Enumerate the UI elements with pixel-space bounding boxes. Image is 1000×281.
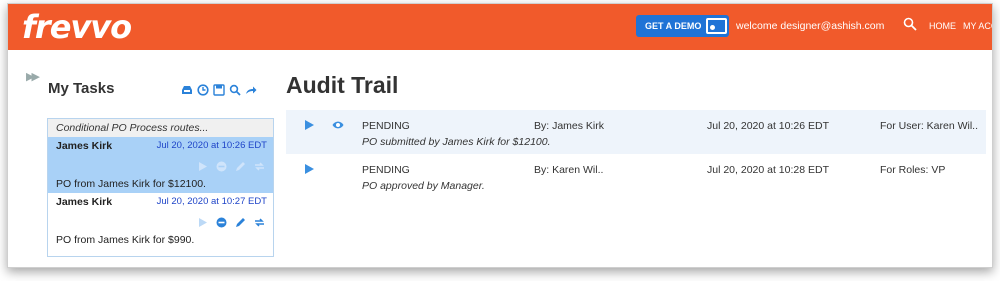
logo-text: frevvo (22, 8, 132, 46)
audit-row: PENDING By: Karen Wil.. Jul 20, 2020 at … (286, 154, 986, 198)
task-assignee: James Kirk (56, 140, 113, 152)
task-assignee: James Kirk (56, 196, 113, 208)
audit-row: PENDING By: James Kirk Jul 20, 2020 at 1… (286, 110, 986, 154)
audit-by: By: Karen Wil.. (534, 164, 604, 176)
search-icon[interactable] (903, 17, 917, 31)
reassign-icon[interactable] (254, 217, 265, 228)
audit-status: PENDING (362, 164, 410, 176)
audit-status: PENDING (362, 120, 410, 132)
history-icon[interactable] (197, 84, 209, 96)
audit-date: Jul 20, 2020 at 10:26 EDT (707, 120, 829, 132)
task-item[interactable]: James Kirk Jul 20, 2020 at 10:26 EDT PO … (48, 137, 273, 193)
task-actions (48, 211, 273, 233)
app-window: frevvo GET A DEMO welcome designer@ashis… (7, 3, 993, 268)
task-toolbar (181, 84, 257, 96)
save-icon[interactable] (213, 84, 225, 96)
my-tasks-title: My Tasks (48, 80, 115, 97)
audit-for: For User: Karen Wil.. (880, 120, 979, 132)
audit-date: Jul 20, 2020 at 10:28 EDT (707, 164, 829, 176)
play-icon[interactable] (197, 161, 208, 172)
demo-button-label: GET A DEMO (645, 21, 702, 31)
frevvo-logo[interactable]: frevvo (22, 8, 132, 46)
top-header: frevvo GET A DEMO welcome designer@ashis… (8, 4, 992, 50)
nav-home-link[interactable]: HOME (929, 21, 956, 31)
audit-by: By: James Kirk (534, 120, 605, 132)
get-a-demo-button[interactable]: GET A DEMO (636, 15, 729, 37)
audit-trail-list: PENDING By: James Kirk Jul 20, 2020 at 1… (286, 110, 986, 198)
task-description: PO from James Kirk for $12100. (56, 178, 206, 190)
minus-circle-icon[interactable] (216, 217, 227, 228)
share-icon[interactable] (245, 84, 257, 96)
reassign-icon[interactable] (254, 161, 265, 172)
search-icon[interactable] (229, 84, 241, 96)
task-description: PO from James Kirk for $990. (56, 234, 195, 246)
play-icon[interactable] (304, 164, 314, 174)
expand-sidebar-icon[interactable]: ▶▶ (26, 70, 40, 83)
task-date: Jul 20, 2020 at 10:27 EDT (156, 196, 267, 207)
task-date: Jul 20, 2020 at 10:26 EDT (156, 140, 267, 151)
inbox-icon[interactable] (181, 84, 193, 96)
task-list: Conditional PO Process routes... James K… (47, 118, 274, 257)
audit-comment: PO submitted by James Kirk for $12100. (362, 136, 551, 148)
play-icon[interactable] (197, 217, 208, 228)
nav-my-account-link[interactable]: MY ACCO (963, 21, 992, 31)
task-item[interactable]: James Kirk Jul 20, 2020 at 10:27 EDT PO … (48, 193, 273, 249)
presentation-icon (706, 18, 728, 34)
audit-comment: PO approved by Manager. (362, 180, 485, 192)
audit-for: For Roles: VP (880, 164, 946, 176)
pencil-icon[interactable] (235, 161, 246, 172)
welcome-text: welcome designer@ashish.com (736, 20, 885, 32)
task-group-header[interactable]: Conditional PO Process routes... (48, 119, 273, 137)
task-actions (48, 155, 273, 177)
pencil-icon[interactable] (235, 217, 246, 228)
minus-circle-icon[interactable] (216, 161, 227, 172)
eye-icon[interactable] (332, 120, 344, 130)
play-icon[interactable] (304, 120, 314, 130)
page-title: Audit Trail (286, 72, 399, 98)
